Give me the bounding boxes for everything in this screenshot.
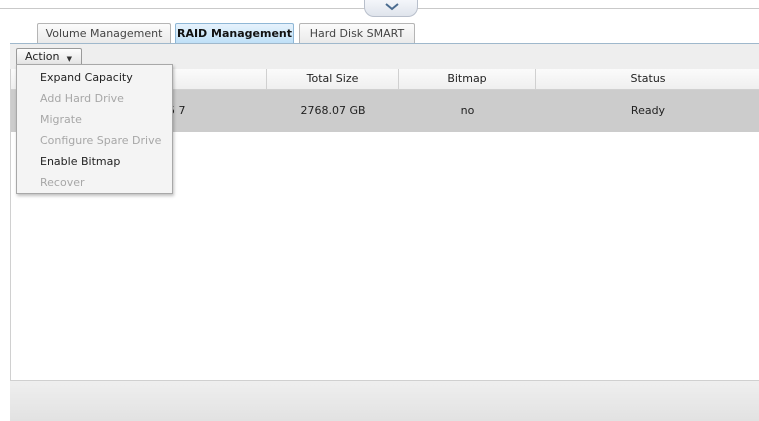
footer-bar bbox=[10, 380, 759, 421]
chevron-down-icon bbox=[385, 3, 399, 11]
column-header-bitmap[interactable]: Bitmap bbox=[399, 69, 536, 89]
status-cell: Ready bbox=[630, 104, 666, 117]
column-header-status[interactable]: Status bbox=[536, 69, 759, 89]
raid-name-cell: 5 7 bbox=[168, 104, 186, 117]
tab-volume-management[interactable]: Volume Management bbox=[37, 23, 171, 43]
tab-raid-management[interactable]: RAID Management bbox=[175, 23, 294, 43]
menu-item-migrate[interactable]: Migrate bbox=[17, 109, 172, 130]
column-header-total-size[interactable]: Total Size bbox=[267, 69, 399, 89]
action-button-label: Action bbox=[25, 50, 60, 63]
bitmap-cell: no bbox=[460, 104, 475, 117]
menu-item-configure-spare-drive[interactable]: Configure Spare Drive bbox=[17, 130, 172, 151]
tab-hard-disk-smart[interactable]: Hard Disk SMART bbox=[299, 23, 415, 43]
total-size-cell: 2768.07 GB bbox=[300, 104, 366, 117]
action-menu: Expand Capacity Add Hard Drive Migrate C… bbox=[16, 64, 173, 194]
menu-item-add-hard-drive[interactable]: Add Hard Drive bbox=[17, 88, 172, 109]
menu-item-recover[interactable]: Recover bbox=[17, 172, 172, 193]
menu-item-expand-capacity[interactable]: Expand Capacity bbox=[17, 67, 172, 88]
collapse-panel-button[interactable] bbox=[364, 0, 418, 17]
menu-item-enable-bitmap[interactable]: Enable Bitmap bbox=[17, 151, 172, 172]
